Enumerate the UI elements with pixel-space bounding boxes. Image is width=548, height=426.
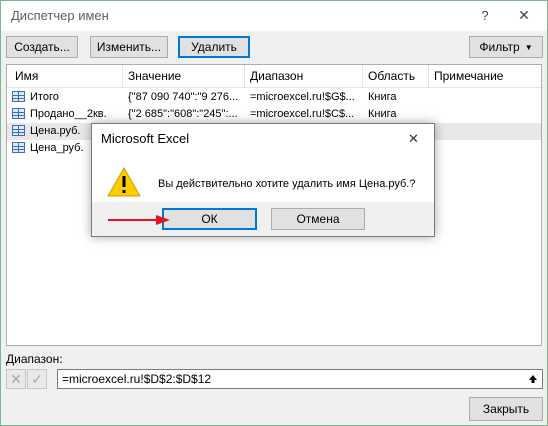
range-label: Диапазон:: [6, 352, 63, 366]
window-title: Диспетчер имен: [11, 8, 109, 23]
cancel-button-label: Отмена: [296, 212, 340, 226]
create-button-label: Создать...: [14, 40, 70, 54]
cancel-edit-icon[interactable]: ✕: [6, 369, 26, 389]
help-icon[interactable]: ?: [467, 1, 503, 29]
cancel-button[interactable]: Отмена: [271, 208, 365, 230]
delete-button-label: Удалить: [191, 40, 237, 54]
row-value: {"87 090 740":"9 276...: [128, 91, 239, 103]
range-name-icon: [12, 91, 25, 102]
close-button[interactable]: Закрыть: [469, 397, 543, 421]
column-header-value[interactable]: Значение: [128, 69, 181, 83]
create-button[interactable]: Создать...: [6, 36, 78, 58]
row-range: =microexcel.ru!$G$...: [250, 91, 355, 103]
row-scope: Книга: [368, 91, 397, 103]
range-name-icon: [12, 142, 25, 153]
close-icon[interactable]: ✕: [506, 1, 542, 29]
row-range: =microexcel.ru!$C$...: [250, 108, 355, 120]
row-scope: Книга: [368, 108, 397, 120]
collapse-dialog-icon[interactable]: [524, 370, 542, 388]
row-name: Итого: [30, 91, 59, 103]
row-value: {"2 685":"608":"245":...: [128, 108, 238, 120]
edit-button[interactable]: Изменить...: [90, 36, 168, 58]
confirm-edit-icon[interactable]: ✓: [27, 369, 47, 389]
dialog-title-bar: Microsoft Excel ✕: [92, 124, 434, 154]
column-header-range[interactable]: Диапазон: [250, 69, 303, 83]
warning-icon: [107, 167, 141, 197]
column-header-scope[interactable]: Область: [368, 69, 415, 83]
dialog-title: Microsoft Excel: [101, 131, 190, 146]
filter-dropdown-icon: ▼: [524, 42, 533, 52]
filter-button-label: Фильтр: [479, 40, 520, 54]
arrow-pointer-icon: [108, 215, 170, 225]
dialog-close-icon[interactable]: ✕: [408, 131, 419, 147]
filter-button[interactable]: Фильтр ▼: [469, 36, 543, 58]
ok-button[interactable]: ОК: [162, 208, 257, 230]
column-header-note[interactable]: Примечание: [434, 69, 503, 83]
edit-button-label: Изменить...: [96, 40, 162, 54]
dialog-body: Вы действительно хотите удалить имя Цена…: [92, 154, 434, 202]
range-input[interactable]: =microexcel.ru!$D$2:$D$12: [57, 369, 543, 389]
table-row[interactable]: Итого {"87 090 740":"9 276... =microexce…: [7, 89, 541, 106]
range-input-value: =microexcel.ru!$D$2:$D$12: [62, 372, 212, 386]
close-button-label: Закрыть: [482, 402, 530, 416]
delete-button[interactable]: Удалить: [178, 36, 250, 58]
ok-button-label: ОК: [201, 212, 218, 226]
range-name-icon: [12, 108, 25, 119]
dialog-message: Вы действительно хотите удалить имя Цена…: [158, 178, 416, 190]
table-row[interactable]: Продано__2кв. {"2 685":"608":"245":... =…: [7, 106, 541, 123]
list-header: Имя Значение Диапазон Область Примечание: [7, 65, 541, 88]
range-name-icon: [12, 125, 25, 136]
row-name: Продано__2кв.: [30, 108, 107, 120]
title-bar: Диспетчер имен ? ✕: [1, 1, 547, 31]
column-header-name[interactable]: Имя: [15, 69, 38, 83]
